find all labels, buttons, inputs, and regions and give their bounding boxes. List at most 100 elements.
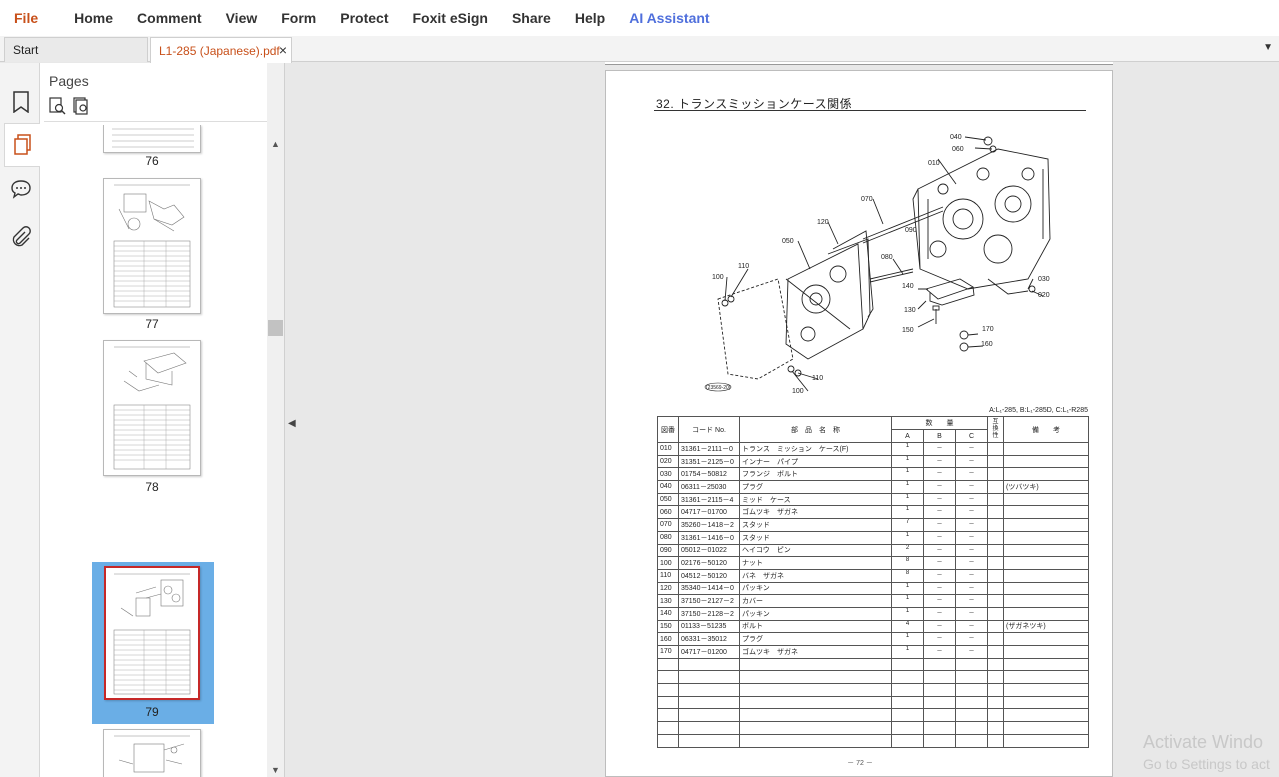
cell-no: 150 <box>657 619 679 634</box>
comment-icon[interactable] <box>8 176 34 202</box>
page-zoom-in-icon[interactable] <box>49 97 67 115</box>
close-icon[interactable]: × <box>279 42 287 58</box>
scroll-down-icon[interactable]: ▼ <box>271 765 280 775</box>
collapse-arrow-icon[interactable]: ◀ <box>288 418 296 429</box>
cell-empty <box>657 695 679 710</box>
cell-empty <box>891 683 924 697</box>
panel-collapse-handle[interactable]: ◀ <box>284 63 298 777</box>
cell-no: 160 <box>657 632 679 646</box>
page-label-76: 76 <box>145 154 159 168</box>
bookmark-icon[interactable] <box>8 89 34 115</box>
table-row-empty <box>657 657 1089 672</box>
cell-a: 8 <box>891 556 924 570</box>
cell-interchange <box>987 556 1004 570</box>
cell-empty <box>657 657 679 672</box>
cell-code: 04512－50120 <box>678 568 740 583</box>
menu-form[interactable]: Form <box>269 10 328 26</box>
callout-010: 010 <box>928 160 940 167</box>
cell-no: 140 <box>657 606 679 621</box>
cell-interchange <box>987 645 1004 659</box>
menu-foxit-esign[interactable]: Foxit eSign <box>400 10 499 26</box>
page-thumbnail-77[interactable] <box>103 178 201 314</box>
cell-a: 1 <box>891 594 924 608</box>
cell-empty <box>987 670 1004 685</box>
cell-code: 31361－1416－0 <box>678 530 740 545</box>
cell-c: － <box>955 568 988 583</box>
cell-c: － <box>955 492 988 507</box>
page-thumbnail-76[interactable] <box>103 125 201 153</box>
scroll-up-icon[interactable]: ▲ <box>271 139 280 149</box>
table-row: 160 06331－35012 プラグ 1 －－ <box>657 632 1089 646</box>
cell-empty <box>987 708 1004 723</box>
cell-empty <box>955 708 988 723</box>
cell-rem <box>1003 568 1089 583</box>
cell-empty <box>739 695 892 710</box>
cell-empty <box>987 733 1004 748</box>
menu-view[interactable]: View <box>214 10 270 26</box>
pages-panel-scrollbar[interactable]: ▲ ▼ <box>267 63 284 777</box>
attachment-icon[interactable] <box>8 224 34 250</box>
cell-empty <box>891 733 924 748</box>
cell-c: － <box>955 543 988 558</box>
tab-document[interactable]: L1-285 (Japanese).pdf × <box>150 37 292 63</box>
callout-080: 080 <box>881 254 893 261</box>
cell-empty <box>923 733 956 748</box>
cell-code: 04717－01200 <box>678 645 740 659</box>
cell-b: － <box>923 492 956 507</box>
scrollbar-thumb[interactable] <box>268 320 283 336</box>
tab-start[interactable]: Start <box>4 37 148 62</box>
page-thumbnail-80[interactable] <box>103 729 201 777</box>
cell-empty <box>891 695 924 710</box>
header-b: B <box>923 429 956 443</box>
table-row-empty <box>657 695 1089 710</box>
cell-name: ヘイコウ ピン <box>739 543 892 558</box>
table-row: 140 37150－2128－2 パッキン 1 －－ <box>657 606 1089 621</box>
cell-c: － <box>955 581 988 596</box>
tab-bar: Start L1-285 (Japanese).pdf × <box>0 36 1279 63</box>
cell-no: 010 <box>657 442 679 456</box>
table-row: 090 05012－01022 ヘイコウ ピン 2 －－ <box>657 543 1089 558</box>
header-qty: 数 量 <box>891 416 988 430</box>
table-row: 050 31361－2115－4 ミッド ケース 1 －－ <box>657 492 1089 507</box>
menu-file[interactable]: File <box>14 10 62 26</box>
cell-rem <box>1003 556 1089 570</box>
menu-help[interactable]: Help <box>563 10 617 26</box>
cell-interchange <box>987 480 1004 494</box>
cell-empty <box>739 670 892 685</box>
table-row-empty <box>657 708 1089 723</box>
cell-empty <box>657 721 679 735</box>
chevron-down-icon[interactable]: ▼ <box>1263 42 1273 53</box>
page-thumbnail-79[interactable] <box>104 566 200 700</box>
cell-b: － <box>923 505 956 520</box>
pages-icon[interactable] <box>4 123 40 167</box>
cell-no: 080 <box>657 530 679 545</box>
cell-empty <box>891 670 924 685</box>
menu-comment[interactable]: Comment <box>125 10 214 26</box>
cell-b: － <box>923 480 956 494</box>
cell-interchange <box>987 594 1004 608</box>
cell-code: 31361－2111－0 <box>678 442 740 456</box>
callout-140: 140 <box>902 283 914 290</box>
cell-interchange <box>987 581 1004 596</box>
cell-empty <box>678 657 740 672</box>
menu-home[interactable]: Home <box>62 10 125 26</box>
cell-empty <box>955 733 988 748</box>
menu-share[interactable]: Share <box>500 10 563 26</box>
cell-c: － <box>955 467 988 482</box>
table-row: 030 01754－50812 フランジ ボルト 1 －－ <box>657 467 1089 482</box>
cell-empty <box>1003 657 1089 672</box>
cell-rem <box>1003 530 1089 545</box>
menu-protect[interactable]: Protect <box>328 10 400 26</box>
title-underline <box>654 110 1086 111</box>
page-zoom-out-icon[interactable] <box>73 97 91 115</box>
header-code: コード No. <box>678 416 740 443</box>
header-name: 部 品 名 称 <box>739 416 892 443</box>
header-no: 図番 <box>657 416 679 443</box>
cell-name: ボルト <box>739 619 892 634</box>
cell-empty <box>678 721 740 735</box>
table-row: 010 31361－2111－0 トランス ミッション ケース(F) 1 －－ <box>657 442 1089 456</box>
cell-c: － <box>955 480 988 494</box>
page-thumbnail-78[interactable] <box>103 340 201 476</box>
menu-ai-assistant[interactable]: AI Assistant <box>617 10 721 26</box>
cell-b: － <box>923 454 956 469</box>
